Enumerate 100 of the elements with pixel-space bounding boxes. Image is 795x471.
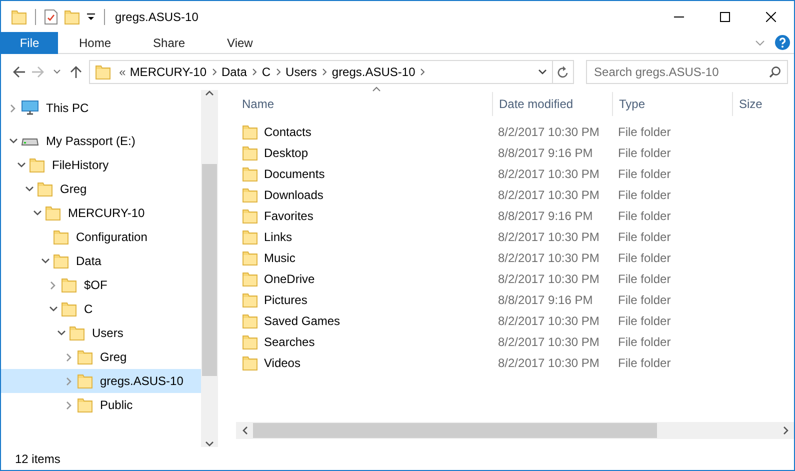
date-modified: 8/2/2017 10:30 PM <box>497 188 600 202</box>
date-modified: 8/2/2017 10:30 PM <box>497 124 600 138</box>
scroll-down-icon[interactable] <box>205 441 214 447</box>
chevron-down-icon[interactable] <box>40 258 50 264</box>
tree-item[interactable]: FileHistory <box>1 153 201 177</box>
chevron-down-icon[interactable] <box>8 138 18 144</box>
folder-icon <box>242 250 258 266</box>
file-menu-button[interactable]: File <box>1 32 58 54</box>
date-modified: 8/8/2017 9:16 PM <box>497 208 594 222</box>
file-type: File folder <box>617 314 672 328</box>
tree-item-label: Users <box>92 326 124 340</box>
date-modified: 8/2/2017 10:30 PM <box>497 272 600 286</box>
column-header[interactable]: Size <box>732 92 792 116</box>
forward-icon <box>30 65 45 79</box>
file-type: File folder <box>617 166 672 180</box>
column-header[interactable]: Name <box>236 92 492 116</box>
overflow-chevron[interactable]: « <box>117 65 128 79</box>
tree-item[interactable]: MERCURY-10 <box>1 201 201 225</box>
ribbon-tab[interactable]: Home <box>58 32 132 54</box>
file-type: File folder <box>617 356 672 370</box>
file-name: Links <box>264 230 292 244</box>
tree-item-label: Greg <box>100 350 127 364</box>
date-modified: 8/2/2017 10:30 PM <box>497 334 600 348</box>
properties-icon[interactable] <box>44 8 58 24</box>
chevron-right-icon[interactable] <box>276 68 281 76</box>
file-type: File folder <box>617 292 672 306</box>
scroll-up-icon[interactable] <box>205 90 214 96</box>
scrollbar[interactable] <box>201 90 218 447</box>
chevron-down-icon[interactable] <box>16 162 26 168</box>
expand-ribbon-icon[interactable] <box>755 40 765 46</box>
item-count: 12 items <box>15 452 60 466</box>
breadcrumb[interactable]: C <box>260 65 273 79</box>
scrollbar[interactable] <box>236 422 794 439</box>
scroll-left-icon[interactable] <box>242 426 248 435</box>
maximize-icon <box>720 12 730 22</box>
chevron-right-icon[interactable] <box>322 68 327 76</box>
tree-item-label: Public <box>100 398 133 412</box>
tree-item[interactable]: C <box>1 297 201 321</box>
folder-icon <box>77 373 93 389</box>
address-bar[interactable]: « MERCURY-10 Data C Users gregs.ASUS-10 <box>89 60 554 84</box>
breadcrumb[interactable]: MERCURY-10 <box>128 65 209 79</box>
tree-item[interactable]: My Passport (E:) <box>1 129 201 153</box>
date-modified: 8/2/2017 10:30 PM <box>497 250 600 264</box>
folder-icon <box>37 181 53 197</box>
folder-icon <box>53 253 69 269</box>
chevron-right-icon[interactable] <box>50 280 56 290</box>
date-modified: 8/8/2017 9:16 PM <box>497 146 594 160</box>
chevron-right-icon[interactable] <box>66 352 72 362</box>
folder-icon <box>242 208 258 224</box>
folder-icon <box>53 229 69 245</box>
ribbon-tab[interactable]: Share <box>132 32 206 54</box>
tree-item[interactable]: Greg <box>1 345 201 369</box>
tree-item[interactable]: Configuration <box>1 225 201 249</box>
column-header[interactable]: Type <box>612 92 732 116</box>
refresh-button[interactable] <box>553 60 574 84</box>
breadcrumb[interactable]: gregs.ASUS-10 <box>330 65 418 79</box>
back-icon <box>12 65 26 79</box>
tree-item[interactable]: Data <box>1 249 201 273</box>
tree-item-label: This PC <box>46 101 89 115</box>
chevron-down-icon[interactable] <box>56 330 66 336</box>
file-type: File folder <box>617 334 672 348</box>
search-field[interactable]: Search gregs.ASUS-10 <box>586 60 788 84</box>
file-type: File folder <box>617 146 672 160</box>
folder-icon <box>242 124 258 140</box>
chevron-right-icon[interactable] <box>212 68 217 76</box>
breadcrumb[interactable]: Users <box>284 65 319 79</box>
tree-item[interactable]: gregs.ASUS-10 <box>1 369 201 393</box>
tree-item[interactable]: $OF <box>1 273 201 297</box>
folder-icon <box>242 312 258 328</box>
help-icon[interactable] <box>775 35 790 50</box>
chevron-down-icon[interactable] <box>48 306 58 312</box>
search-icon[interactable] <box>769 66 782 78</box>
customize-toolbar-icon[interactable] <box>86 12 96 22</box>
chevron-right-icon[interactable] <box>10 104 16 112</box>
date-modified: 8/2/2017 10:30 PM <box>497 314 600 328</box>
date-modified: 8/2/2017 10:30 PM <box>497 356 600 370</box>
scrollbar-thumb[interactable] <box>202 164 217 376</box>
file-type: File folder <box>617 208 672 222</box>
file-type: File folder <box>617 188 672 202</box>
scroll-right-icon[interactable] <box>782 426 788 435</box>
chevron-down-icon[interactable] <box>32 210 42 216</box>
tree-item[interactable]: Users <box>1 321 201 345</box>
chevron-down-icon[interactable] <box>24 186 34 192</box>
tree-item-label: $OF <box>84 278 108 292</box>
chevron-right-icon[interactable] <box>252 68 257 76</box>
folder-icon <box>77 397 93 413</box>
chevron-right-icon[interactable] <box>66 400 72 410</box>
folder-icon <box>69 325 85 341</box>
scrollbar-thumb[interactable] <box>253 423 657 438</box>
ribbon-tab[interactable]: View <box>206 32 274 54</box>
tree-item-label: gregs.ASUS-10 <box>100 374 184 388</box>
breadcrumb[interactable]: Data <box>220 65 249 79</box>
tree-item[interactable]: This PC <box>1 96 201 120</box>
chevron-right-icon[interactable] <box>420 68 426 76</box>
folder-icon <box>242 166 258 182</box>
file-name: Music <box>264 250 296 264</box>
tree-item[interactable]: Greg <box>1 177 201 201</box>
tree-item[interactable]: Public <box>1 393 201 417</box>
file-name: Contacts <box>264 124 312 138</box>
column-header[interactable]: Date modified <box>492 92 612 116</box>
